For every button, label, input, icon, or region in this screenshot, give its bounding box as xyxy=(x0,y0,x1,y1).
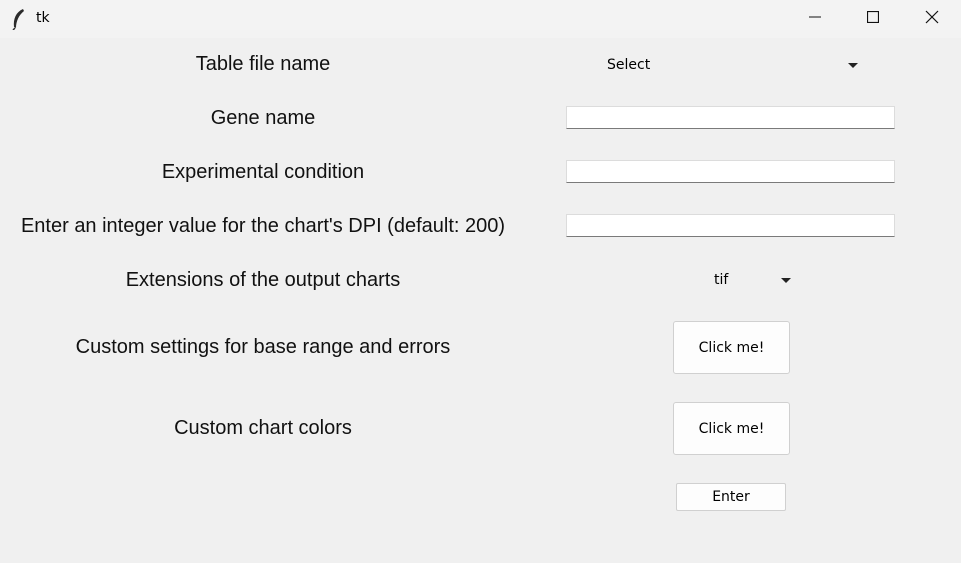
window-title: tk xyxy=(36,10,50,26)
condition-input[interactable] xyxy=(566,160,895,183)
extensions-selected: tif xyxy=(714,272,729,288)
chevron-down-icon xyxy=(781,278,791,283)
dpi-input[interactable] xyxy=(566,214,895,237)
chevron-down-icon xyxy=(848,63,858,68)
close-button[interactable] xyxy=(903,0,961,38)
custom-range-button[interactable]: Click me! xyxy=(673,321,790,374)
maximize-icon xyxy=(866,10,880,28)
table-file-label: Table file name xyxy=(195,53,331,75)
minimize-button[interactable] xyxy=(786,0,844,38)
custom-colors-button[interactable]: Click me! xyxy=(673,402,790,455)
gene-name-label: Gene name xyxy=(210,107,316,129)
gene-name-input[interactable] xyxy=(566,106,895,129)
minimize-icon xyxy=(809,10,821,28)
title-bar[interactable]: tk xyxy=(0,0,961,38)
table-file-dropdown[interactable]: Select xyxy=(607,57,862,75)
app-window: tk Table file name Select Gene name Expe… xyxy=(0,0,961,563)
custom-colors-label: Custom chart colors xyxy=(174,417,352,439)
enter-button[interactable]: Enter xyxy=(676,483,786,511)
close-icon xyxy=(925,10,939,29)
tk-feather-icon xyxy=(10,8,28,31)
extensions-dropdown[interactable]: tif xyxy=(714,272,794,290)
maximize-button[interactable] xyxy=(844,0,902,38)
table-file-selected: Select xyxy=(607,57,651,73)
extensions-label: Extensions of the output charts xyxy=(125,269,401,291)
condition-label: Experimental condition xyxy=(161,161,365,183)
custom-range-label: Custom settings for base range and error… xyxy=(75,336,451,358)
dpi-label: Enter an integer value for the chart's D… xyxy=(20,215,506,237)
